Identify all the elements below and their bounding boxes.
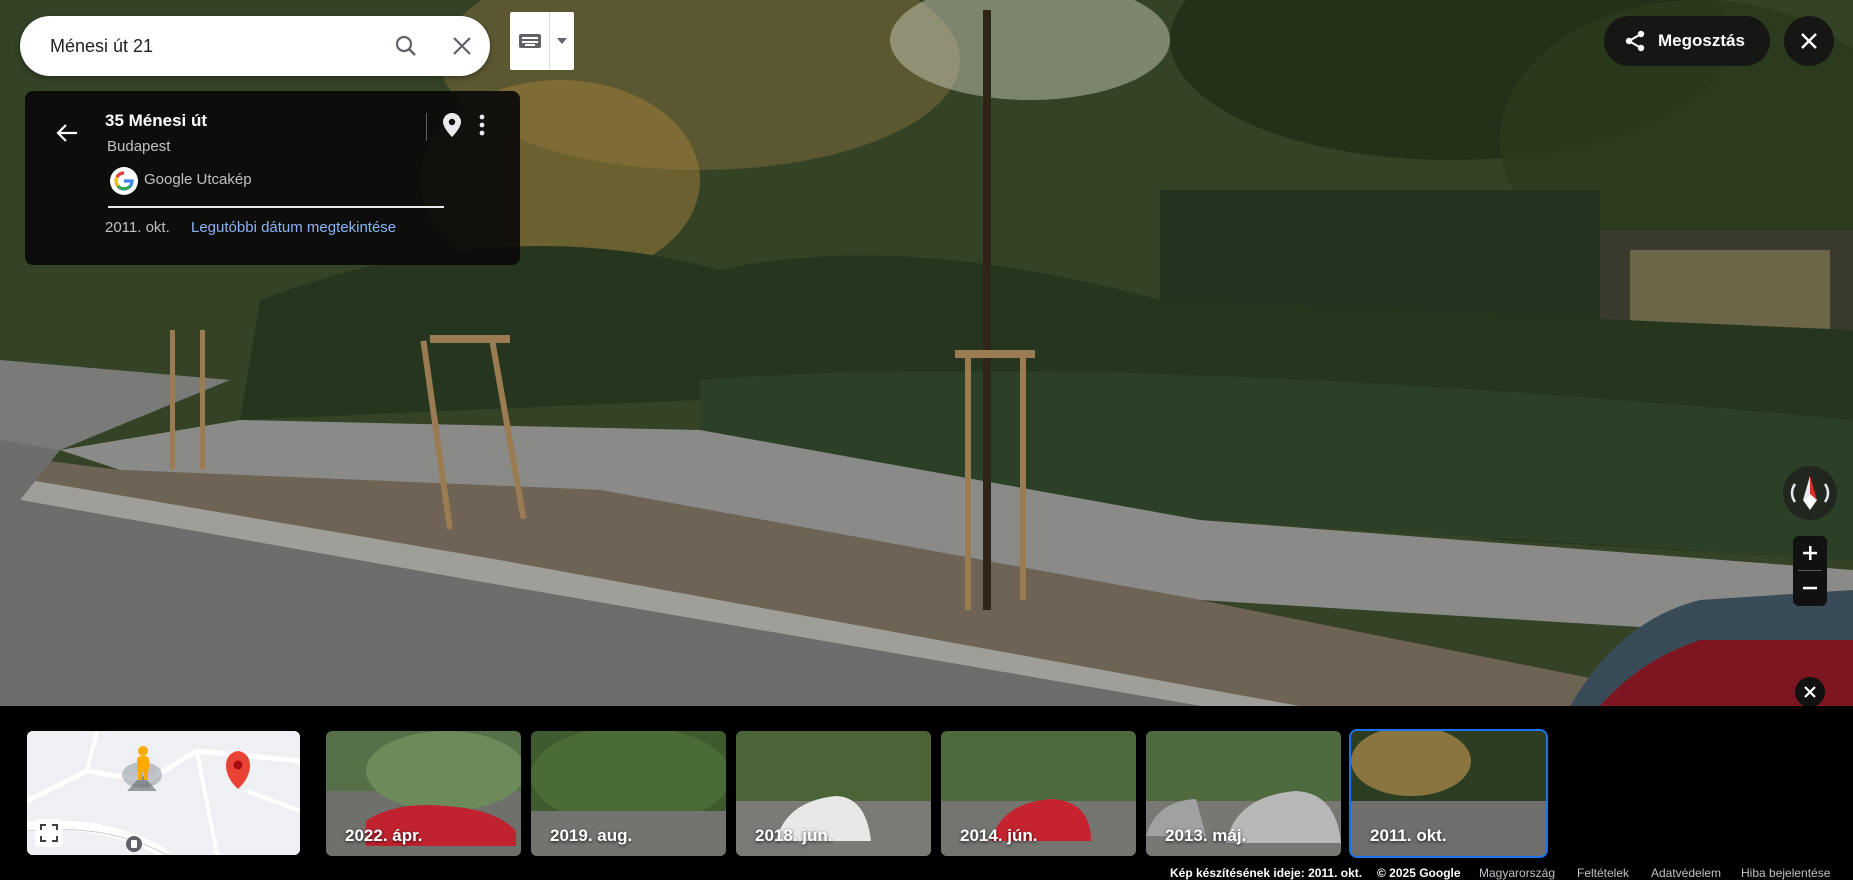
capture-date-footer: Kép készítésének ideje: 2011. okt.: [1170, 866, 1363, 880]
minus-icon: [1803, 586, 1817, 590]
imagery-source: Google Utcakép: [144, 171, 252, 188]
close-icon: [453, 37, 471, 55]
close-icon: [1801, 33, 1817, 49]
keyboard-button[interactable]: [510, 12, 551, 70]
plus-icon: [1803, 546, 1817, 560]
more-vert-icon: [479, 114, 485, 136]
input-tools-dropdown[interactable]: [550, 12, 574, 70]
compass-button[interactable]: [1783, 466, 1837, 520]
timeline-date-label: 2014. jún.: [960, 826, 1038, 845]
latest-date-link[interactable]: Legutóbbi dátum megtekintése: [191, 219, 396, 236]
fullscreen-icon: [40, 824, 58, 842]
share-label: Megosztás: [1658, 31, 1745, 50]
timeline-date-label: 2018. jún.: [755, 826, 833, 845]
close-street-view-button[interactable]: [1784, 16, 1834, 66]
terms-link[interactable]: Feltételek: [1577, 866, 1629, 880]
timeline-thumbnail[interactable]: 2022. ápr.: [326, 731, 521, 856]
show-on-map-button[interactable]: [438, 109, 466, 141]
timeline-date-label: 2011. okt.: [1370, 826, 1447, 845]
location-info-card: 35 Ménesi út Budapest Google Utcakép 201…: [25, 91, 520, 265]
timeline-thumbnail-selected[interactable]: 2011. okt.: [1349, 729, 1548, 858]
mini-map[interactable]: [27, 731, 300, 855]
search-icon: [395, 35, 416, 56]
search-box[interactable]: Ménesi út 21: [20, 16, 490, 76]
divider: [108, 206, 444, 208]
timeline-thumbnail[interactable]: 2014. jún.: [941, 731, 1136, 856]
location-pin-icon: [443, 113, 461, 137]
share-button[interactable]: Megosztás: [1604, 16, 1770, 66]
compass-icon: [1790, 476, 1830, 510]
location-city: Budapest: [107, 138, 171, 155]
capture-date: 2011. okt.: [105, 219, 170, 236]
search-input[interactable]: Ménesi út 21: [50, 36, 378, 57]
clear-search-button[interactable]: [434, 18, 490, 74]
location-title: 35 Ménesi út: [105, 111, 208, 130]
close-timeline-button[interactable]: [1795, 677, 1825, 707]
input-tools[interactable]: [510, 12, 574, 70]
share-icon: [1622, 28, 1648, 54]
back-button[interactable]: [47, 113, 87, 153]
timeline-date-label: 2013. máj.: [1165, 826, 1247, 845]
country-link[interactable]: Magyarország: [1479, 866, 1555, 880]
mini-map-image: [27, 731, 300, 855]
zoom-in-button[interactable]: [1793, 536, 1827, 570]
arrow-back-icon: [56, 124, 77, 142]
zoom-out-button[interactable]: [1793, 571, 1827, 605]
expand-map-button[interactable]: [35, 819, 63, 847]
keyboard-icon: [518, 34, 541, 48]
copyright: © 2025 Google: [1377, 866, 1461, 880]
timeline-thumbnail[interactable]: 2019. aug.: [531, 731, 726, 856]
search-button[interactable]: [378, 18, 434, 74]
zoom-control: [1793, 536, 1827, 606]
close-icon: [1804, 686, 1816, 698]
timeline-date-label: 2022. ápr.: [345, 826, 423, 845]
privacy-link[interactable]: Adatvédelem: [1651, 866, 1721, 880]
chevron-down-icon: [557, 38, 568, 44]
timeline-thumbnail[interactable]: 2018. jún.: [736, 731, 931, 856]
timeline-thumbnail[interactable]: 2013. máj.: [1146, 731, 1341, 856]
more-options-button[interactable]: [472, 109, 492, 141]
divider: [426, 113, 427, 141]
report-problem-link[interactable]: Hiba bejelentése: [1741, 866, 1830, 880]
timeline-date-label: 2019. aug.: [550, 826, 633, 845]
google-logo-icon: [110, 167, 138, 195]
